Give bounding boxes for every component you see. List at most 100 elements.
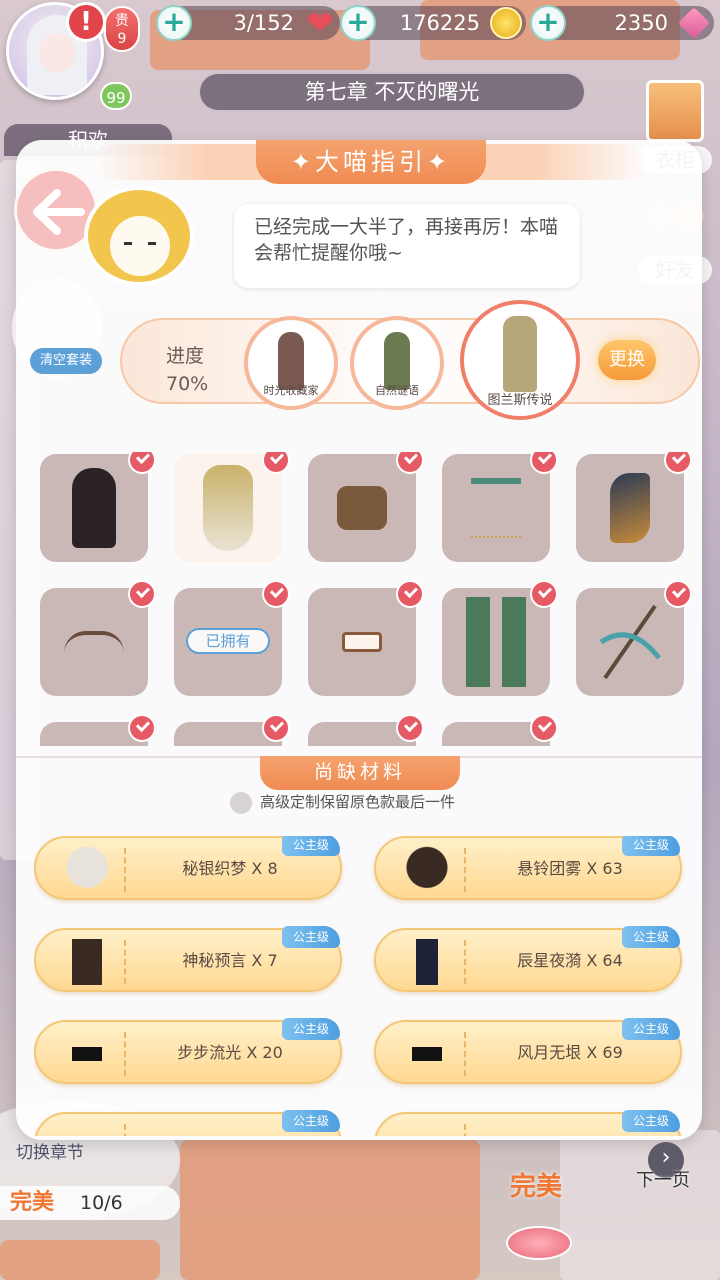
guide-cat-avatar — [84, 186, 194, 286]
gloves-thumbnail — [466, 597, 526, 687]
perfect-count: 10/6 — [80, 1192, 123, 1214]
item-partial[interactable] — [40, 714, 156, 746]
start-button[interactable] — [506, 1226, 572, 1260]
checkmark-icon — [664, 452, 690, 474]
hair-thumbnail — [72, 468, 116, 548]
checkmark-icon — [530, 452, 558, 474]
gem-counter: + 2350 — [530, 5, 714, 41]
item-earrings[interactable]: 已拥有 — [174, 580, 290, 696]
material-item[interactable]: 风月无垠 X 69 公主级 — [374, 1018, 682, 1084]
vip-label: 贵 — [115, 13, 129, 29]
rank-tag: 公主级 — [622, 1110, 680, 1132]
dress-thumbnail — [203, 465, 253, 551]
progress-block: 进度 70% — [166, 342, 208, 398]
heels-icon — [56, 1028, 118, 1080]
coin-icon — [490, 7, 522, 39]
rank-tag: 公主级 — [622, 926, 680, 948]
item-gloves[interactable] — [442, 580, 558, 696]
switch-chapter-button[interactable]: 切换章节 — [16, 1138, 84, 1163]
checkmark-icon — [530, 580, 558, 608]
checkmark-icon — [396, 580, 424, 608]
material-item[interactable]: 秘银织梦 X 8 公主级 — [34, 836, 342, 900]
bow-icon — [599, 604, 661, 680]
checkmark-icon — [262, 714, 290, 742]
clear-suit-button[interactable]: 清空套装 — [30, 348, 102, 374]
owned-badge: 已拥有 — [186, 628, 270, 654]
necklace-thumbnail — [342, 632, 382, 652]
add-stamina-button[interactable]: + — [156, 5, 192, 41]
material-item[interactable]: 悬铃团雾 X 63 公主级 — [374, 836, 682, 900]
checkmark-icon — [396, 714, 424, 742]
silver-hair-icon — [56, 844, 118, 896]
tiara-thumbnail — [64, 631, 124, 653]
item-headwear[interactable] — [442, 452, 558, 562]
keep-original-option[interactable]: 高级定制保留原色款最后一件 — [230, 790, 455, 814]
material-item[interactable]: 公主级 — [374, 1110, 682, 1136]
material-item[interactable]: 神秘预言 X 7 公主级 — [34, 926, 342, 992]
suit-name: 图兰斯传说 — [487, 393, 553, 408]
keep-original-label: 高级定制保留原色款最后一件 — [260, 793, 456, 811]
suit-option-selected[interactable]: 图兰斯传说 — [460, 300, 580, 420]
checkmark-icon — [664, 580, 690, 608]
coin-value: 176225 — [399, 11, 480, 35]
stamina-counter: + 3/152 ❤ — [156, 4, 340, 42]
item-partial[interactable] — [174, 714, 290, 746]
materials-list: 秘银织梦 X 8 公主级 悬铃团雾 X 63 公主级 神秘预言 X 7 公主级 … — [34, 836, 694, 1136]
headwear-thumbnail — [471, 478, 521, 538]
item-partial[interactable] — [308, 714, 424, 746]
vip-level: 9 — [117, 31, 127, 47]
rank-tag: 公主级 — [282, 836, 340, 856]
progress-value: 70% — [166, 373, 209, 395]
suit-option[interactable]: 自然谜语 — [350, 316, 444, 410]
item-necklace[interactable] — [308, 580, 424, 696]
add-coins-button[interactable]: + — [340, 5, 376, 41]
guide-speech-bubble: 已经完成一大半了，再接再厉！本喵会帮忙提醒你哦~ — [234, 204, 580, 288]
material-item[interactable]: 公主级 — [34, 1110, 342, 1136]
gem-value: 2350 — [614, 11, 668, 35]
suit-name: 自然谜语 — [375, 384, 419, 397]
top-bar: ! 贵 9 99 + 3/152 ❤ + 176225 + 2350 — [0, 0, 720, 110]
item-shoes[interactable] — [308, 452, 424, 562]
item-bow[interactable] — [576, 580, 690, 696]
item-tiara[interactable] — [40, 580, 156, 696]
add-gems-button[interactable]: + — [530, 5, 566, 41]
navy-dress-icon — [396, 936, 458, 988]
materials-title: 尚缺材料 — [260, 756, 460, 790]
heels-icon — [396, 1028, 458, 1080]
rank-tag: 公主级 — [282, 926, 340, 948]
alert-icon[interactable]: ! — [66, 2, 106, 42]
suit-name: 时光收藏家 — [263, 384, 319, 397]
ornament-thumbnail — [610, 473, 650, 543]
suit-figure — [503, 316, 537, 392]
swap-suit-button[interactable]: 更换 — [598, 340, 656, 380]
item-wing-ornament[interactable] — [576, 452, 690, 562]
checkmark-icon — [530, 714, 558, 742]
heart-icon: ❤ — [306, 4, 334, 42]
progress-label: 进度 — [166, 345, 205, 367]
suit-option[interactable]: 时光收藏家 — [244, 316, 338, 410]
item-hair[interactable] — [40, 452, 156, 562]
dark-gown-icon — [56, 936, 118, 988]
checkmark-icon — [128, 452, 156, 474]
chapter-title: 第七章 不灭的曙光 — [198, 72, 586, 112]
rank-tag: 公主级 — [622, 1018, 680, 1040]
radio-button[interactable] — [230, 791, 252, 814]
item-grid: 已拥有 — [40, 452, 690, 746]
perfect-rating: 完美 — [510, 1172, 563, 1202]
item-dress[interactable] — [174, 452, 290, 562]
gem-icon — [678, 7, 710, 39]
checkmark-icon — [396, 452, 424, 474]
material-item[interactable]: 步步流光 X 20 公主级 — [34, 1018, 342, 1084]
item-partial[interactable] — [442, 714, 558, 746]
vip-badge[interactable]: 贵 9 — [104, 6, 140, 52]
coin-counter: + 176225 — [340, 5, 526, 41]
panel-title: ✦大喵指引✦ — [256, 140, 486, 184]
wardrobe-icon — [646, 80, 704, 142]
checkmark-icon — [128, 714, 156, 742]
material-item[interactable]: 辰星夜漪 X 64 公主级 — [374, 926, 682, 992]
perfect-counter: 完美 10/6 — [0, 1186, 180, 1220]
player-level-badge: 99 — [100, 82, 132, 110]
checkmark-icon — [262, 580, 290, 608]
shoes-thumbnail — [337, 486, 387, 530]
next-page-button[interactable]: 下一页 — [636, 1166, 690, 1192]
